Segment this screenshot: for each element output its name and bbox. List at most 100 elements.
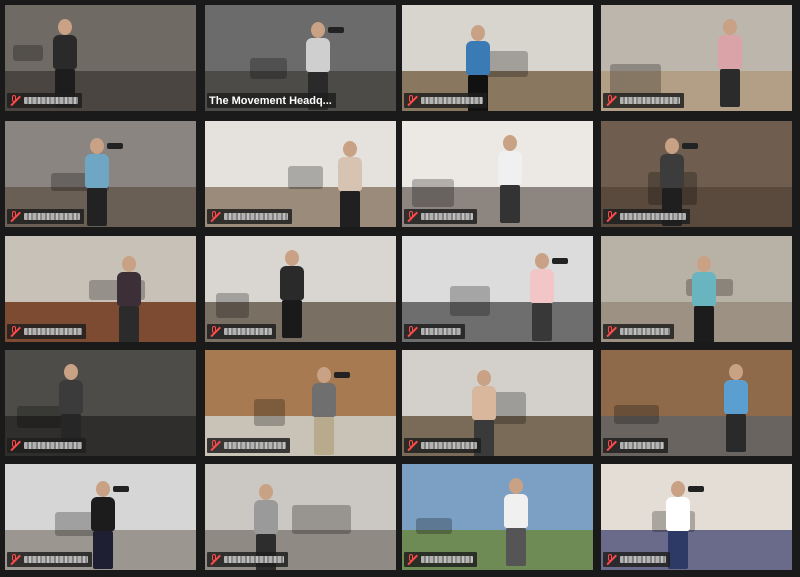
video-tile[interactable] [601, 350, 792, 456]
participant-name-redacted [421, 97, 483, 104]
mic-muted-icon [605, 554, 617, 565]
mic-muted-icon [406, 326, 418, 337]
mic-muted-icon [9, 440, 21, 451]
participant-nameplate [404, 324, 465, 339]
video-gallery-grid: The Movement Headq... [0, 0, 800, 577]
video-tile[interactable] [402, 236, 593, 342]
video-tile[interactable] [205, 350, 396, 456]
participant-name: The Movement Headq... [209, 94, 332, 107]
mic-muted-icon [406, 440, 418, 451]
video-tile[interactable] [601, 5, 792, 111]
video-tile[interactable] [5, 121, 196, 227]
participant-figure [522, 253, 562, 341]
mic-muted-icon [406, 95, 418, 106]
video-tile[interactable] [601, 121, 792, 227]
room-furniture [250, 58, 287, 79]
dumbbell [334, 372, 350, 378]
room-furniture [450, 286, 490, 316]
dumbbell [552, 258, 568, 264]
video-tile[interactable] [205, 464, 396, 570]
room-furniture [292, 505, 351, 534]
video-tile[interactable] [601, 236, 792, 342]
participant-name-redacted [224, 556, 284, 563]
participant-nameplate [7, 93, 82, 108]
dumbbell [682, 143, 698, 149]
mic-muted-icon [9, 326, 21, 337]
video-tile[interactable]: The Movement Headq... [205, 5, 396, 111]
mic-muted-icon [605, 95, 617, 106]
mic-muted-icon [209, 554, 221, 565]
participant-figure [710, 19, 750, 107]
participant-name-redacted [24, 442, 82, 449]
room-furniture [254, 399, 285, 426]
participant-nameplate [7, 552, 92, 567]
mic-muted-icon [406, 211, 418, 222]
participant-nameplate [207, 438, 290, 453]
room-furniture [288, 166, 323, 189]
video-tile[interactable] [5, 236, 196, 342]
video-tile[interactable] [402, 121, 593, 227]
participant-nameplate [7, 209, 84, 224]
participant-name-redacted [24, 97, 78, 104]
mic-muted-icon [209, 211, 221, 222]
participant-name-redacted [620, 442, 664, 449]
room-background [205, 350, 396, 416]
video-tile[interactable] [205, 236, 396, 342]
dumbbell [107, 143, 123, 149]
participant-name-redacted [224, 328, 272, 335]
participant-name-redacted [224, 442, 286, 449]
participant-name-redacted [24, 328, 82, 335]
participant-figure [304, 367, 344, 455]
mic-muted-icon [605, 326, 617, 337]
participant-figure [496, 478, 536, 566]
participant-nameplate [207, 324, 276, 339]
participant-figure [716, 364, 756, 452]
participant-nameplate [7, 438, 86, 453]
mic-muted-icon [9, 211, 21, 222]
participant-nameplate [207, 552, 288, 567]
participant-figure [109, 256, 149, 342]
mic-muted-icon [406, 554, 418, 565]
participant-nameplate [404, 552, 477, 567]
participant-nameplate [7, 324, 86, 339]
participant-figure [684, 256, 724, 342]
dumbbell [113, 486, 129, 492]
participant-figure [330, 141, 370, 227]
participant-nameplate [404, 209, 477, 224]
video-tile[interactable] [205, 121, 396, 227]
room-furniture [614, 405, 659, 424]
video-tile[interactable] [5, 464, 196, 570]
dumbbell [328, 27, 344, 33]
dumbbell [688, 486, 704, 492]
participant-nameplate [603, 552, 670, 567]
room-furniture [416, 518, 452, 534]
mic-muted-icon [9, 95, 21, 106]
video-tile[interactable] [5, 5, 196, 111]
mic-muted-icon [9, 554, 21, 565]
participant-name-redacted [24, 556, 88, 563]
participant-name-redacted [620, 213, 686, 220]
mic-muted-icon [209, 440, 221, 451]
video-tile[interactable] [601, 464, 792, 570]
participant-name-redacted [224, 213, 288, 220]
video-tile[interactable] [402, 5, 593, 111]
participant-name-redacted [421, 328, 461, 335]
participant-nameplate [207, 209, 292, 224]
video-tile[interactable] [402, 350, 593, 456]
mic-muted-icon [605, 211, 617, 222]
room-furniture [13, 45, 43, 61]
mic-muted-icon [605, 440, 617, 451]
room-background [601, 5, 792, 71]
video-tile[interactable] [402, 464, 593, 570]
participant-nameplate [404, 438, 481, 453]
participant-name-redacted [620, 97, 680, 104]
participant-name-redacted [421, 213, 473, 220]
room-furniture [216, 293, 249, 318]
participant-name-redacted [421, 556, 473, 563]
participant-figure [272, 250, 312, 338]
participant-nameplate [603, 324, 674, 339]
video-tile[interactable] [5, 350, 196, 456]
participant-nameplate [603, 93, 684, 108]
mic-muted-icon [209, 326, 221, 337]
participant-figure [490, 135, 530, 223]
